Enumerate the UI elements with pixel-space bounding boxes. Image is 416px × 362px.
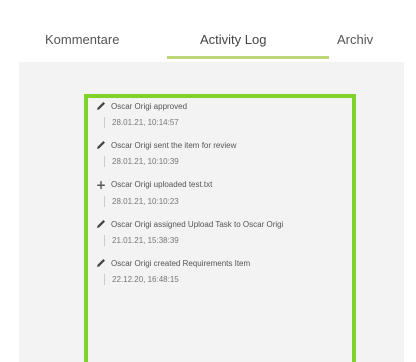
log-timestamp: 28.01.21, 10:10:39	[104, 156, 346, 167]
log-timestamp: 28.01.21, 10:14:57	[104, 117, 346, 128]
pencil-icon	[96, 258, 106, 268]
log-message: Oscar Origi sent the item for review	[111, 141, 237, 150]
tab-bar: Kommentare Activity Log Archiv	[19, 14, 404, 62]
log-message: Oscar Origi assigned Upload Task to Osca…	[111, 220, 284, 229]
active-tab-indicator	[167, 56, 329, 59]
log-entry: Oscar Origi created Requirements Item 22…	[96, 258, 346, 285]
log-message: Oscar Origi approved	[111, 102, 188, 111]
pencil-icon	[96, 140, 106, 150]
tab-kommentare[interactable]: Kommentare	[45, 32, 119, 47]
log-message: Oscar Origi uploaded test.txt	[111, 180, 213, 189]
log-timestamp: 21.01.21, 15:38:39	[104, 235, 346, 246]
activity-log-list: Oscar Origi approved 28.01.21, 10:14:57 …	[84, 94, 356, 362]
tab-activity-log[interactable]: Activity Log	[200, 32, 266, 47]
pencil-icon	[96, 219, 106, 229]
log-timestamp: 22.12.20, 16:48:15	[104, 274, 346, 285]
log-entry: + Oscar Origi uploaded test.txt 28.01.21…	[96, 179, 346, 207]
pencil-icon	[96, 101, 106, 111]
tab-archiv[interactable]: Archiv	[337, 32, 373, 47]
plus-icon: +	[96, 178, 107, 192]
log-timestamp: 28.01.21, 10:10:23	[104, 196, 346, 207]
log-entry: Oscar Origi approved 28.01.21, 10:14:57	[96, 101, 346, 128]
log-entry: Oscar Origi sent the item for review 28.…	[96, 140, 346, 167]
log-entry: Oscar Origi assigned Upload Task to Osca…	[96, 219, 346, 246]
log-message: Oscar Origi created Requirements Item	[111, 259, 251, 268]
